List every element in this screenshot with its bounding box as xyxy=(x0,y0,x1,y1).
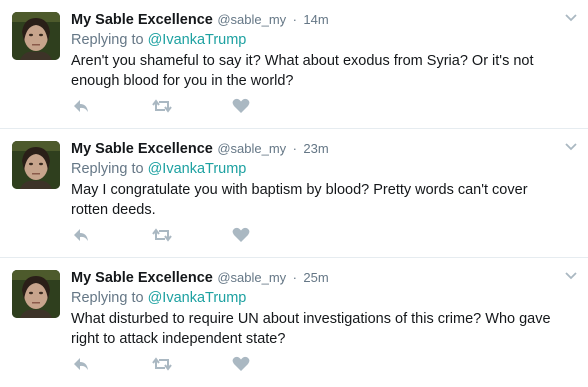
tweet-header: My Sable Excellence @sable_my · 23m xyxy=(71,139,558,159)
display-name[interactable]: My Sable Excellence xyxy=(71,12,213,28)
replying-to: Replying to @IvankaTrump xyxy=(71,30,558,50)
tweet[interactable]: My Sable Excellence @sable_my · 25m Repl… xyxy=(0,258,588,387)
retweet-icon[interactable] xyxy=(151,96,173,116)
tweet-text: What disturbed to require UN about inves… xyxy=(71,311,551,347)
avatar[interactable] xyxy=(12,270,60,318)
retweet-icon[interactable] xyxy=(151,225,173,245)
like-icon[interactable] xyxy=(231,96,253,116)
timestamp[interactable]: 25m xyxy=(303,270,328,285)
tweet-actions xyxy=(71,225,331,245)
retweet-icon[interactable] xyxy=(151,354,173,374)
separator: · xyxy=(292,12,297,27)
replying-to-label: Replying to xyxy=(71,161,144,177)
tweet-content: My Sable Excellence @sable_my · 23m Repl… xyxy=(71,139,558,220)
tweet-actions xyxy=(71,96,331,116)
tweet-header: My Sable Excellence @sable_my · 14m xyxy=(71,10,558,30)
reply-icon[interactable] xyxy=(71,354,93,374)
mention-link[interactable]: @IvankaTrump xyxy=(148,290,247,306)
separator: · xyxy=(292,141,297,156)
replying-to-label: Replying to xyxy=(71,290,144,306)
replying-to-label: Replying to xyxy=(71,32,144,48)
like-icon[interactable] xyxy=(231,225,253,245)
user-handle[interactable]: @sable_my xyxy=(217,141,286,156)
timestamp[interactable]: 14m xyxy=(303,12,328,27)
chevron-down-icon[interactable] xyxy=(564,10,578,24)
tweet-content: My Sable Excellence @sable_my · 14m Repl… xyxy=(71,10,558,91)
tweet[interactable]: My Sable Excellence @sable_my · 23m Repl… xyxy=(0,129,588,258)
replying-to: Replying to @IvankaTrump xyxy=(71,288,558,308)
tweet-content: My Sable Excellence @sable_my · 25m Repl… xyxy=(71,268,558,349)
separator: · xyxy=(292,270,297,285)
display-name[interactable]: My Sable Excellence xyxy=(71,270,213,286)
mention-link[interactable]: @IvankaTrump xyxy=(148,32,247,48)
tweet-text: Aren't you shameful to say it? What abou… xyxy=(71,53,534,89)
display-name[interactable]: My Sable Excellence xyxy=(71,141,213,157)
tweet-text: May I congratulate you with baptism by b… xyxy=(71,182,528,218)
chevron-down-icon[interactable] xyxy=(564,268,578,282)
reply-icon[interactable] xyxy=(71,225,93,245)
timestamp[interactable]: 23m xyxy=(303,141,328,156)
replying-to: Replying to @IvankaTrump xyxy=(71,159,558,179)
reply-icon[interactable] xyxy=(71,96,93,116)
mention-link[interactable]: @IvankaTrump xyxy=(148,161,247,177)
tweet-actions xyxy=(71,354,331,374)
tweet-header: My Sable Excellence @sable_my · 25m xyxy=(71,268,558,288)
tweet[interactable]: My Sable Excellence @sable_my · 14m Repl… xyxy=(0,0,588,129)
like-icon[interactable] xyxy=(231,354,253,374)
chevron-down-icon[interactable] xyxy=(564,139,578,153)
user-handle[interactable]: @sable_my xyxy=(217,12,286,27)
tweet-feed: My Sable Excellence @sable_my · 14m Repl… xyxy=(0,0,588,387)
user-handle[interactable]: @sable_my xyxy=(217,270,286,285)
avatar[interactable] xyxy=(12,12,60,60)
avatar[interactable] xyxy=(12,141,60,189)
